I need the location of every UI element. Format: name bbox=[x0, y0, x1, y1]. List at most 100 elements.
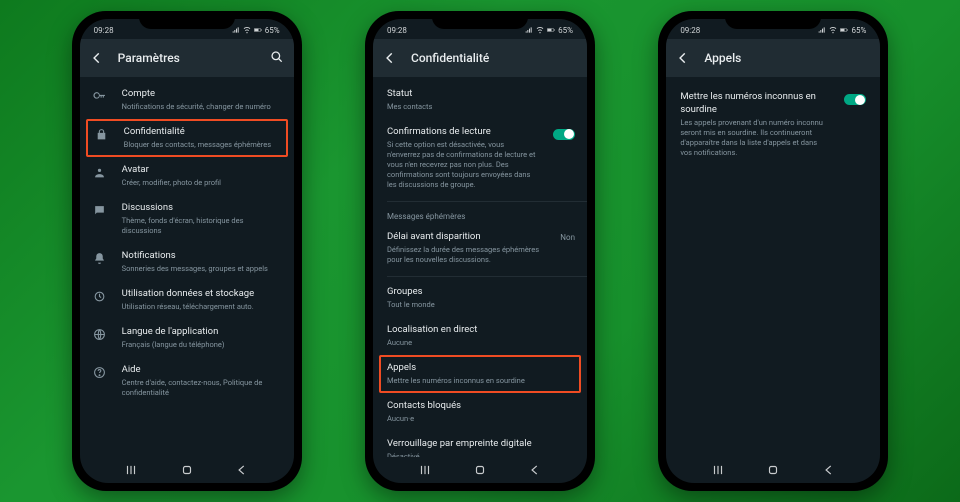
item-sub: Créer, modifier, photo de profil bbox=[122, 178, 282, 188]
item-label: Statut bbox=[387, 88, 575, 101]
item-label: Utilisation données et stockage bbox=[122, 288, 282, 301]
search-icon[interactable] bbox=[270, 49, 284, 68]
privacy-item-blocked[interactable]: Contacts bloqués Aucun·e bbox=[373, 393, 587, 431]
notch bbox=[139, 11, 235, 29]
nav-recent[interactable] bbox=[704, 463, 732, 477]
privacy-item-timer[interactable]: Délai avant disparition Définissez la du… bbox=[373, 224, 587, 272]
back-icon[interactable] bbox=[383, 51, 397, 65]
page-title: Appels bbox=[704, 51, 870, 65]
nav-home[interactable] bbox=[173, 463, 201, 477]
notch bbox=[725, 11, 821, 29]
item-label: Compte bbox=[122, 88, 282, 101]
screen: 09:28 65% Paramètres Compte Notification… bbox=[80, 19, 294, 483]
back-icon[interactable] bbox=[90, 51, 104, 65]
notch bbox=[432, 11, 528, 29]
privacy-item-groups[interactable]: Groupes Tout le monde bbox=[373, 279, 587, 317]
section-ephemeral: Messages éphémères bbox=[373, 204, 587, 224]
item-label: Discussions bbox=[122, 202, 282, 215]
item-sub: Désactivé bbox=[387, 452, 575, 457]
nav-recent[interactable] bbox=[411, 463, 439, 477]
page-title: Confidentialité bbox=[411, 51, 577, 65]
item-label: Avatar bbox=[122, 164, 282, 177]
item-trail: Non bbox=[560, 231, 575, 242]
settings-item-language[interactable]: Langue de l'application Français (langue… bbox=[80, 319, 294, 357]
privacy-item-live-location[interactable]: Localisation en direct Aucune bbox=[373, 317, 587, 355]
item-sub: Notifications de sécurité, changer de nu… bbox=[122, 102, 282, 112]
settings-item-privacy[interactable]: Confidentialité Bloquer des contacts, me… bbox=[86, 119, 288, 157]
avatar-icon bbox=[92, 164, 108, 179]
item-sub: Les appels provenant d'un numéro inconnu… bbox=[680, 118, 830, 159]
privacy-list: Statut Mes contacts Confirmations de lec… bbox=[373, 77, 587, 457]
status-time: 09:28 bbox=[680, 26, 700, 35]
item-label: Groupes bbox=[387, 286, 575, 299]
wifi-icon bbox=[243, 26, 251, 34]
settings-item-avatar[interactable]: Avatar Créer, modifier, photo de profil bbox=[80, 157, 294, 195]
signal-icon bbox=[525, 26, 533, 34]
privacy-item-status[interactable]: Statut Mes contacts bbox=[373, 81, 587, 119]
status-time: 09:28 bbox=[94, 26, 114, 35]
item-sub: Tout le monde bbox=[387, 300, 575, 310]
app-bar: Confidentialité bbox=[373, 39, 587, 77]
item-sub: Centre d'aide, contactez-nous, Politique… bbox=[122, 378, 282, 398]
item-sub: Mes contacts bbox=[387, 102, 575, 112]
status-battery: 65% bbox=[558, 26, 573, 35]
item-label: Verrouillage par empreinte digitale bbox=[387, 438, 575, 451]
battery-icon bbox=[254, 26, 262, 34]
phone-frame: 09:28 65% Appels Mettre les numéros inco… bbox=[658, 11, 888, 491]
nav-recent[interactable] bbox=[117, 463, 145, 477]
globe-icon bbox=[92, 326, 108, 341]
privacy-item-calls[interactable]: Appels Mettre les numéros inconnus en so… bbox=[379, 355, 581, 393]
item-sub: Si cette option est désactivée, vous n'e… bbox=[387, 140, 539, 191]
status-right: 65% bbox=[232, 26, 280, 35]
settings-item-chats[interactable]: Discussions Thème, fonds d'écran, histor… bbox=[80, 195, 294, 243]
nav-bar bbox=[373, 457, 587, 483]
battery-icon bbox=[840, 26, 848, 34]
privacy-item-fingerprint[interactable]: Verrouillage par empreinte digitale Désa… bbox=[373, 431, 587, 457]
nav-home[interactable] bbox=[759, 463, 787, 477]
item-sub: Définissez la durée des messages éphémèr… bbox=[387, 245, 546, 265]
settings-item-account[interactable]: Compte Notifications de sécurité, change… bbox=[80, 81, 294, 119]
nav-back[interactable] bbox=[228, 463, 256, 477]
nav-bar bbox=[80, 457, 294, 483]
divider bbox=[387, 201, 587, 202]
back-icon[interactable] bbox=[676, 51, 690, 65]
status-battery: 65% bbox=[851, 26, 866, 35]
item-label: Confirmations de lecture bbox=[387, 126, 539, 139]
status-battery: 65% bbox=[265, 26, 280, 35]
signal-icon bbox=[818, 26, 826, 34]
toggle-on[interactable] bbox=[844, 94, 866, 105]
nav-back[interactable] bbox=[521, 463, 549, 477]
settings-item-help[interactable]: Aide Centre d'aide, contactez-nous, Poli… bbox=[80, 357, 294, 405]
data-icon bbox=[92, 288, 108, 303]
screen: 09:28 65% Appels Mettre les numéros inco… bbox=[666, 19, 880, 483]
item-sub: Utilisation réseau, téléchargement auto. bbox=[122, 302, 282, 312]
toggle-on[interactable] bbox=[553, 129, 575, 140]
item-label: Langue de l'application bbox=[122, 326, 282, 339]
nav-back[interactable] bbox=[815, 463, 843, 477]
item-sub: Mettre les numéros inconnus en sourdine bbox=[387, 376, 573, 386]
calls-item-mute-unknown[interactable]: Mettre les numéros inconnus en sourdine … bbox=[666, 81, 880, 168]
status-right: 65% bbox=[525, 26, 573, 35]
nav-home[interactable] bbox=[466, 463, 494, 477]
item-label: Appels bbox=[387, 362, 573, 375]
item-sub: Français (langue du téléphone) bbox=[122, 340, 282, 350]
wifi-icon bbox=[829, 26, 837, 34]
phone-frame: 09:28 65% Confidentialité Statut Mes con… bbox=[365, 11, 595, 491]
signal-icon bbox=[232, 26, 240, 34]
settings-item-storage[interactable]: Utilisation données et stockage Utilisat… bbox=[80, 281, 294, 319]
help-icon bbox=[92, 364, 108, 379]
phone-frame: 09:28 65% Paramètres Compte Notification… bbox=[72, 11, 302, 491]
settings-list: Compte Notifications de sécurité, change… bbox=[80, 77, 294, 457]
item-label: Aide bbox=[122, 364, 282, 377]
app-bar: Paramètres bbox=[80, 39, 294, 77]
item-sub: Aucun·e bbox=[387, 414, 575, 424]
settings-item-notifications[interactable]: Notifications Sonneries des messages, gr… bbox=[80, 243, 294, 281]
item-label: Mettre les numéros inconnus en sourdine bbox=[680, 91, 830, 117]
divider bbox=[387, 276, 587, 277]
app-bar: Appels bbox=[666, 39, 880, 77]
screen: 09:28 65% Confidentialité Statut Mes con… bbox=[373, 19, 587, 483]
privacy-item-read-receipts[interactable]: Confirmations de lecture Si cette option… bbox=[373, 119, 587, 197]
item-sub: Sonneries des messages, groupes et appel… bbox=[122, 264, 282, 274]
nav-bar bbox=[666, 457, 880, 483]
key-icon bbox=[92, 88, 108, 103]
